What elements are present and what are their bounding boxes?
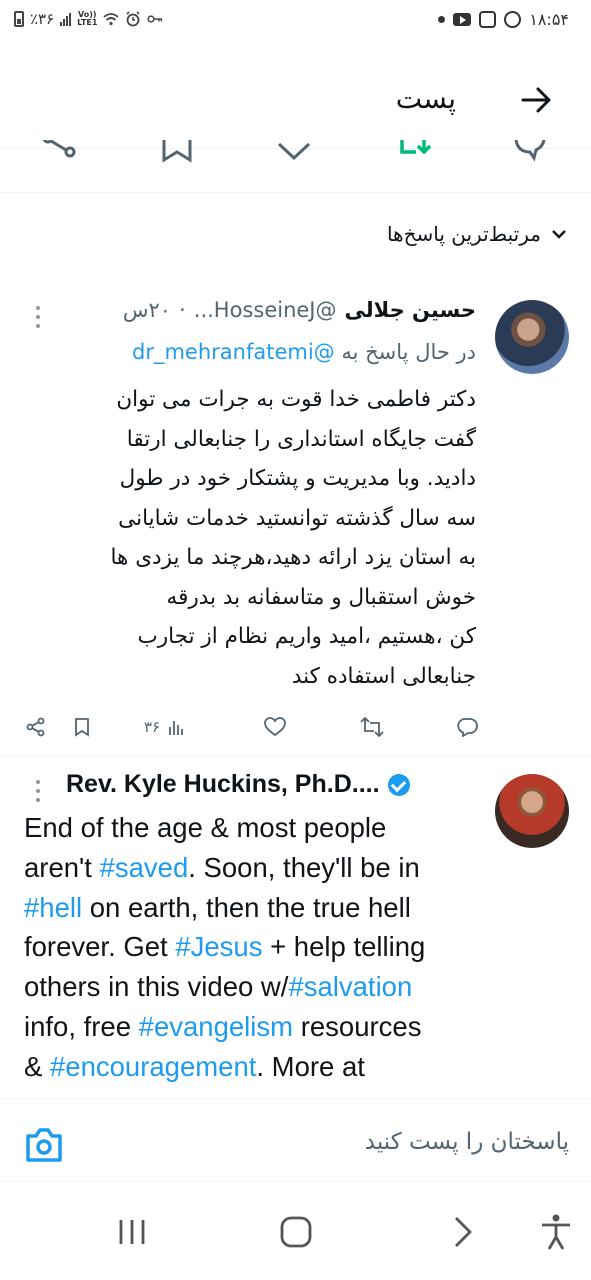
hashtag-link[interactable]: #saved: [100, 852, 189, 883]
more-options-icon[interactable]: [26, 776, 50, 806]
tweet-text: End of the age & most people aren't #save…: [24, 808, 484, 1098]
author-name[interactable]: حسین جلالی: [345, 298, 477, 322]
arrow-right-icon[interactable]: [517, 80, 557, 120]
replying-to-handle[interactable]: @dr_mehranfatemi: [132, 340, 335, 364]
reply-input[interactable]: پاسختان را پست کنید: [365, 1129, 569, 1155]
tweet-text-line: #hell on earth, then the true hell: [24, 888, 484, 928]
tweet-text: دکتر فاطمی خدا قوت به جرات می توان گفت ج…: [110, 387, 476, 689]
reply-button[interactable]: [456, 712, 478, 742]
battery-percent: ٪۳۶: [30, 10, 55, 28]
like-icon: [264, 717, 286, 737]
text-segment: . Soon, they'll be in: [188, 851, 420, 883]
text-segment: aren't: [24, 851, 100, 883]
share-icon-partial[interactable]: [42, 140, 78, 168]
notification-dot-icon: [438, 16, 446, 23]
retweet-icon-partial[interactable]: [398, 140, 434, 168]
author-name[interactable]: Rev. Kyle Huckins, Ph.D....: [66, 770, 380, 799]
page-title: پست: [395, 82, 456, 115]
text-segment: on earth, then the true hell: [82, 891, 411, 923]
tweet-text-line: End of the age & most people: [24, 808, 484, 848]
retweet-icon: [360, 717, 384, 737]
tweet-1-actions: ۳۶: [26, 712, 478, 742]
sort-label: مرتبط‌ترین پاسخ‌ها: [386, 222, 541, 246]
avatar[interactable]: [495, 300, 569, 374]
share-button[interactable]: [26, 712, 46, 742]
share-icon: [26, 717, 45, 737]
replying-to: در حال پاسخ به @dr_mehranfatemi: [132, 340, 476, 364]
main-post-actions-partial: [0, 140, 591, 168]
tweet-text-line: info, free #evangelism resources: [24, 1007, 484, 1047]
hashtag-link[interactable]: #salvation: [288, 971, 412, 1002]
views-icon: [169, 721, 184, 735]
retweet-button[interactable]: [360, 712, 384, 742]
text-segment: info, free: [24, 1010, 139, 1042]
tweet-text-line: aren't #saved. Soon, they'll be in: [24, 848, 484, 888]
youtube-icon: [453, 13, 472, 26]
like-button[interactable]: [264, 712, 286, 742]
tweet-1-header: حسین جلالی @HosseineJ... · ۲۰س: [123, 298, 476, 322]
reply-composer-bar: پاسختان را پست کنید: [0, 1098, 591, 1182]
bookmark-icon: [75, 718, 89, 737]
alarm-icon: [126, 11, 141, 27]
avatar[interactable]: [495, 774, 569, 848]
author-handle[interactable]: @HosseineJ...: [194, 298, 337, 322]
hashtag-link[interactable]: #hell: [24, 892, 82, 923]
text-segment: forever. Get: [24, 931, 176, 963]
signal-icon: [60, 12, 72, 26]
views-button[interactable]: ۳۶: [144, 712, 186, 742]
wifi-icon: [103, 13, 120, 26]
text-segment: others in this video w/: [24, 971, 289, 1003]
text-segment: End of the age & most people: [24, 812, 387, 843]
battery-icon: [14, 11, 24, 27]
tweet-time: ۲۰س: [122, 298, 172, 322]
hashtag-link[interactable]: #Jesus: [175, 931, 262, 962]
key-icon: [147, 15, 163, 23]
recents-icon[interactable]: [112, 1212, 152, 1252]
app-icon: [479, 11, 497, 28]
text-segment: resources: [293, 1010, 422, 1042]
hashtag-link[interactable]: #evangelism: [139, 1011, 293, 1042]
whatsapp-icon: [504, 11, 522, 28]
reply-icon: [457, 718, 478, 737]
status-right-group: ۱۸:۵۴: [438, 10, 569, 29]
separator: ·: [179, 298, 186, 322]
reply-icon-partial[interactable]: [512, 140, 548, 168]
actions-divider: [0, 192, 591, 193]
status-bar: ٪۳۶ Vo)) LTE1 ۱۸:۵۴: [0, 0, 591, 44]
replying-to-prefix: در حال پاسخ به: [341, 340, 476, 364]
camera-icon[interactable]: [24, 1127, 64, 1163]
text-segment: + help telling: [262, 931, 426, 963]
bookmark-button[interactable]: [72, 712, 92, 742]
home-icon[interactable]: [276, 1212, 316, 1252]
tweet-divider: [0, 756, 591, 757]
back-icon[interactable]: [442, 1212, 482, 1252]
system-nav-bar: [0, 1182, 591, 1280]
more-options-icon[interactable]: [26, 302, 50, 332]
text-segment: &: [24, 1050, 50, 1082]
text-segment: . More at: [256, 1050, 365, 1082]
tweet-2-header: Rev. Kyle Huckins, Ph.D....: [66, 770, 410, 799]
like-icon-partial[interactable]: [276, 140, 312, 168]
tweet-text-line: & #encouragement. More at: [24, 1047, 484, 1087]
verified-badge-icon: [387, 773, 410, 796]
tweet-text-line: others in this video w/#salvation: [24, 967, 484, 1007]
hashtag-link[interactable]: #encouragement: [50, 1051, 256, 1082]
chevron-down-icon: [552, 230, 566, 239]
status-left-group: ٪۳۶ Vo)) LTE1: [14, 10, 163, 28]
top-header: پست: [0, 60, 591, 140]
views-count: ۳۶: [144, 718, 161, 736]
accessibility-icon[interactable]: [536, 1212, 576, 1252]
bookmark-icon-partial[interactable]: [160, 140, 196, 168]
status-time: ۱۸:۵۴: [529, 10, 569, 29]
tweet-text-line: forever. Get #Jesus + help telling: [24, 927, 484, 967]
sort-replies-dropdown[interactable]: مرتبط‌ترین پاسخ‌ها: [387, 222, 567, 246]
lte-indicator: Vo)) LTE1: [77, 10, 98, 27]
